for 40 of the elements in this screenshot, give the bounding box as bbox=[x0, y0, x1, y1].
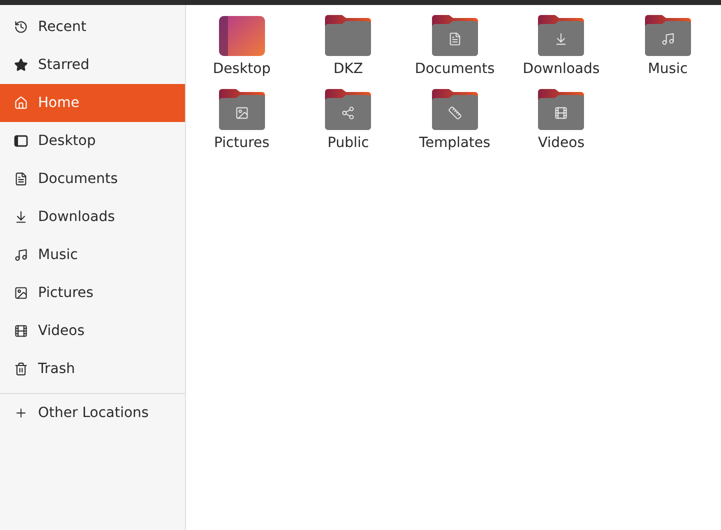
sidebar-item[interactable]: Desktop bbox=[0, 122, 184, 160]
other-locations-item[interactable]: Other Locations bbox=[0, 394, 184, 432]
document-icon bbox=[14, 172, 28, 186]
sidebar-item[interactable]: Music bbox=[0, 236, 184, 274]
folder-icon bbox=[218, 89, 266, 131]
folder-name[interactable]: Documents bbox=[414, 61, 495, 77]
music-note-icon bbox=[14, 248, 28, 262]
trash-icon bbox=[14, 362, 28, 376]
sidebar-item[interactable]: Trash bbox=[0, 350, 184, 388]
folder-icon bbox=[430, 15, 479, 57]
download-icon bbox=[14, 210, 28, 224]
desktop-folder-icon bbox=[218, 15, 266, 57]
sidebar-item[interactable]: Videos bbox=[0, 312, 184, 350]
folder-icon bbox=[537, 89, 586, 131]
folder-name[interactable]: Music bbox=[648, 61, 688, 77]
folder-name[interactable]: Downloads bbox=[522, 61, 600, 77]
plus-icon bbox=[14, 406, 28, 420]
film-icon bbox=[14, 324, 28, 338]
sidebar-item[interactable]: Recent bbox=[0, 8, 184, 46]
folder-icon bbox=[324, 89, 372, 131]
folder-name[interactable]: Videos bbox=[538, 135, 585, 151]
folder-icon bbox=[324, 15, 372, 57]
folder-name[interactable]: Templates bbox=[419, 135, 490, 151]
sidebar-item[interactable]: Home bbox=[0, 84, 184, 122]
folder-name[interactable]: Public bbox=[328, 135, 369, 151]
folder-icon bbox=[537, 15, 586, 57]
clock-icon bbox=[14, 20, 28, 34]
folder-name[interactable]: DKZ bbox=[333, 61, 364, 77]
folder-icon bbox=[430, 89, 479, 131]
sidebar-item[interactable]: Downloads bbox=[0, 198, 184, 236]
sidebar-item[interactable]: Starred bbox=[0, 46, 184, 84]
star-icon bbox=[14, 58, 28, 72]
sidebar-item[interactable]: Pictures bbox=[0, 274, 184, 312]
folder-name[interactable]: Pictures bbox=[214, 135, 270, 151]
folder-name[interactable]: Desktop bbox=[212, 61, 271, 77]
folder-icon bbox=[644, 15, 692, 57]
desktop-icon bbox=[14, 134, 28, 148]
home-icon bbox=[14, 96, 28, 110]
sidebar-item[interactable]: Documents bbox=[0, 160, 184, 198]
picture-icon bbox=[14, 286, 28, 300]
